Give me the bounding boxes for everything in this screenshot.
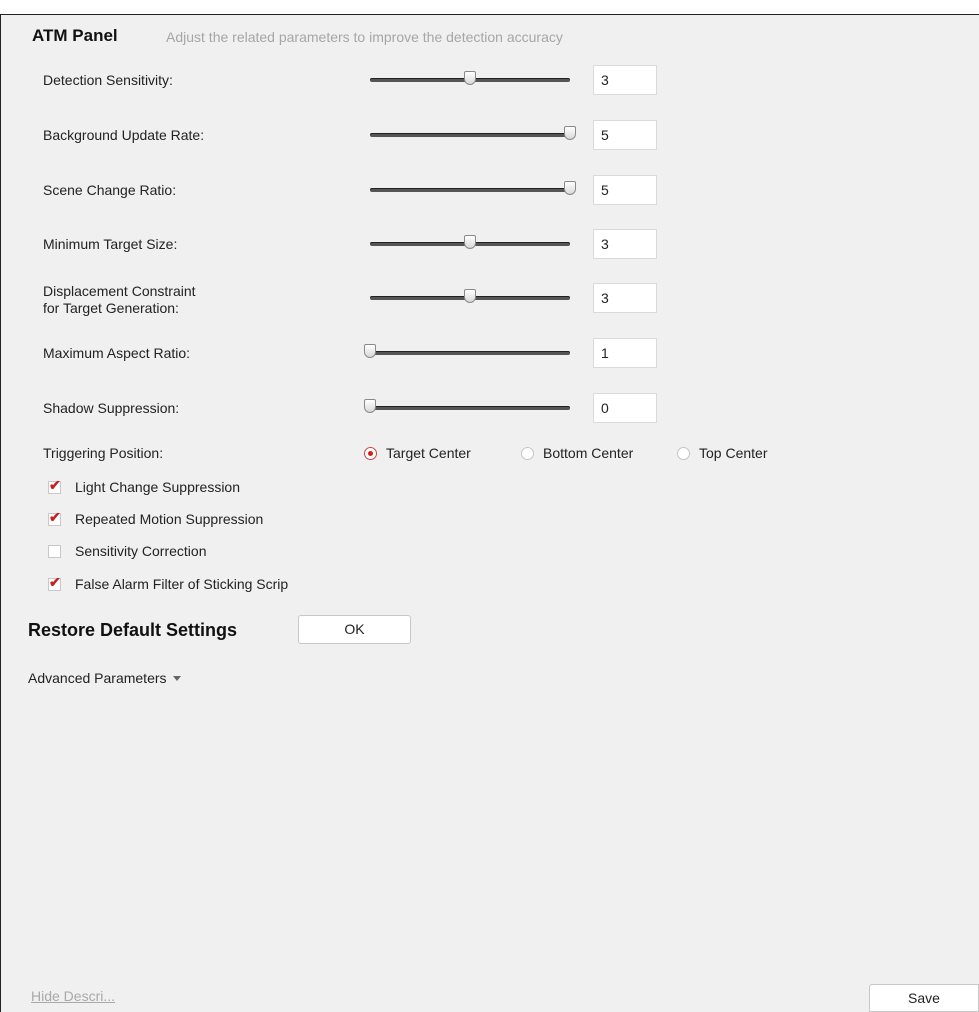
checkbox-label[interactable]: Sensitivity Correction <box>75 543 207 559</box>
radio-bottom-center[interactable]: Bottom Center <box>521 445 633 461</box>
checkbox[interactable] <box>48 544 61 558</box>
checkbox[interactable]: ✔ <box>48 477 61 494</box>
slider-track[interactable] <box>370 351 570 355</box>
maximum-aspect-ratio-slider[interactable] <box>364 344 570 362</box>
slider-thumb[interactable] <box>464 71 476 85</box>
slider-track[interactable] <box>370 133 570 137</box>
scene-change-ratio-input[interactable]: 5 <box>593 175 657 205</box>
displacement-constraint-input[interactable]: 3 <box>593 283 657 313</box>
save-button[interactable]: Save <box>869 984 979 1012</box>
checkmark-icon: ✔ <box>49 573 61 590</box>
checkbox-sensitivity-correction[interactable]: Sensitivity Correction <box>48 543 207 559</box>
panel-title: ATM Panel <box>32 26 118 45</box>
slider-label: Scene Change Ratio: <box>43 182 177 198</box>
minimum-target-size-slider[interactable] <box>370 235 570 253</box>
slider-label: Minimum Target Size: <box>43 236 178 252</box>
hide-description-link[interactable]: Hide Descri... <box>31 988 115 1004</box>
slider-thumb[interactable] <box>464 235 476 249</box>
checkbox[interactable]: ✔ <box>48 509 61 526</box>
slider-thumb[interactable] <box>564 126 576 140</box>
checkbox-label[interactable]: False Alarm Filter of Sticking Scrip <box>75 576 288 592</box>
checkbox[interactable]: ✔ <box>48 574 61 591</box>
slider-row-displacement-constraint: Displacement Constraint for Target Gener… <box>0 283 979 317</box>
displacement-constraint-slider[interactable] <box>370 289 570 307</box>
ok-button[interactable]: OK <box>298 615 411 644</box>
slider-thumb[interactable] <box>564 181 576 195</box>
restore-default-label: Restore Default Settings <box>28 620 238 640</box>
slider-track[interactable] <box>370 188 570 192</box>
checkbox-false-alarm-filter[interactable]: ✔ False Alarm Filter of Sticking Scrip <box>48 574 288 592</box>
background-update-rate-slider[interactable] <box>370 126 576 144</box>
radio-target-center[interactable]: Target Center <box>364 445 471 461</box>
slider-row-maximum-aspect-ratio: Maximum Aspect Ratio: 1 <box>0 338 979 370</box>
slider-thumb[interactable] <box>464 289 476 303</box>
checkbox-light-change-suppression[interactable]: ✔ Light Change Suppression <box>48 477 240 495</box>
slider-row-scene-change-ratio: Scene Change Ratio: 5 <box>0 175 979 207</box>
checkbox-label[interactable]: Repeated Motion Suppression <box>75 511 263 527</box>
slider-label: Displacement Constraint for Target Gener… <box>43 283 196 317</box>
shadow-suppression-input[interactable]: 0 <box>593 393 657 423</box>
shadow-suppression-slider[interactable] <box>364 399 570 417</box>
detection-sensitivity-slider[interactable] <box>370 71 570 89</box>
minimum-target-size-input[interactable]: 3 <box>593 229 657 259</box>
radio-label[interactable]: Target Center <box>386 445 471 461</box>
slider-row-shadow-suppression: Shadow Suppression: 0 <box>0 393 979 425</box>
radio-button[interactable] <box>364 446 377 460</box>
radio-button[interactable] <box>677 446 690 460</box>
scene-change-ratio-slider[interactable] <box>370 181 576 199</box>
slider-label: Detection Sensitivity: <box>43 72 173 88</box>
checkmark-icon: ✔ <box>49 476 61 493</box>
slider-thumb[interactable] <box>364 399 376 413</box>
slider-row-background-update-rate: Background Update Rate: 5 <box>0 120 979 152</box>
checkmark-icon: ✔ <box>49 508 61 525</box>
slider-label: Maximum Aspect Ratio: <box>43 345 191 361</box>
label-line-1: Displacement Constraint <box>43 283 196 299</box>
slider-row-minimum-target-size: Minimum Target Size: 3 <box>0 229 979 261</box>
advanced-parameters-toggle[interactable]: Advanced Parameters <box>28 670 181 686</box>
slider-label: Background Update Rate: <box>43 127 205 143</box>
checkbox-repeated-motion-suppression[interactable]: ✔ Repeated Motion Suppression <box>48 509 263 527</box>
advanced-parameters-label[interactable]: Advanced Parameters <box>28 670 167 686</box>
background-update-rate-input[interactable]: 5 <box>593 120 657 150</box>
triggering-position-label: Triggering Position: <box>43 445 164 461</box>
caret-down-icon[interactable] <box>172 675 181 681</box>
label-line-2: for Target Generation: <box>43 300 179 316</box>
radio-label[interactable]: Top Center <box>699 445 767 461</box>
radio-top-center[interactable]: Top Center <box>677 445 767 461</box>
slider-row-detection-sensitivity: Detection Sensitivity: 3 <box>0 65 979 97</box>
radio-button[interactable] <box>521 446 534 460</box>
radio-label[interactable]: Bottom Center <box>543 445 633 461</box>
slider-thumb[interactable] <box>364 344 376 358</box>
detection-sensitivity-input[interactable]: 3 <box>593 65 657 95</box>
slider-track[interactable] <box>370 406 570 410</box>
triggering-position-row: Triggering Position: Target Center Botto… <box>0 443 979 465</box>
checkbox-label[interactable]: Light Change Suppression <box>75 479 240 495</box>
panel-subtitle: Adjust the related parameters to improve… <box>166 29 563 45</box>
slider-label: Shadow Suppression: <box>43 400 180 416</box>
maximum-aspect-ratio-input[interactable]: 1 <box>593 338 657 368</box>
